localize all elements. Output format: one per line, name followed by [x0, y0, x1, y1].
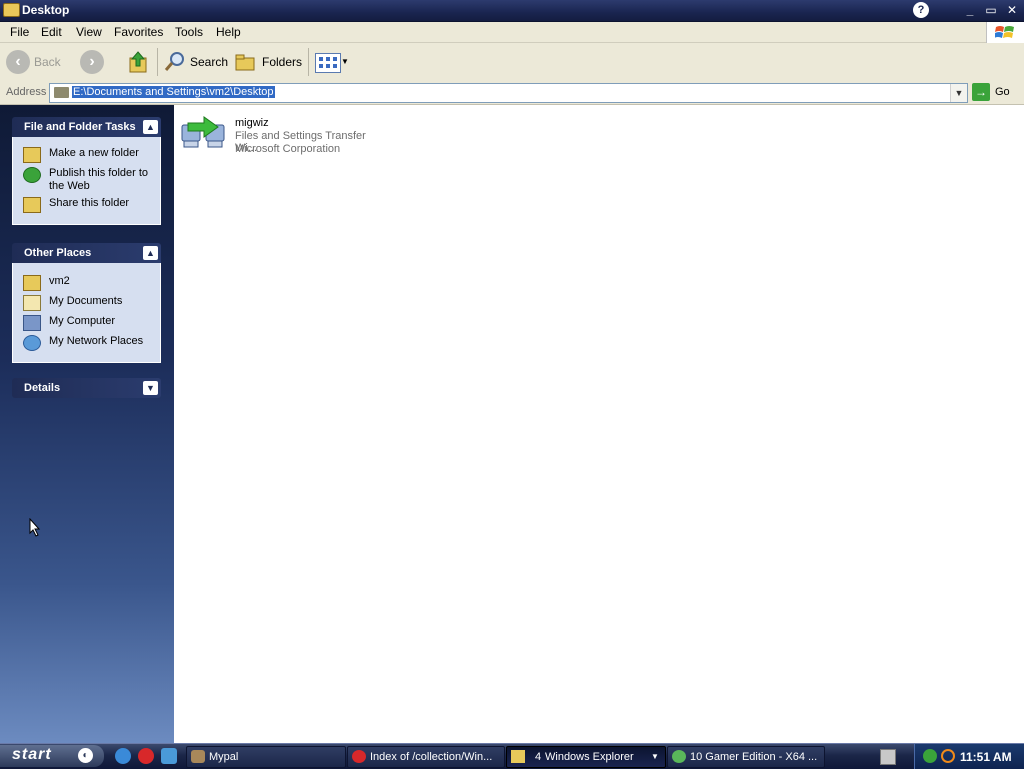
help-circle-icon[interactable]: ?	[913, 2, 929, 18]
app-icon	[672, 750, 686, 763]
taskbar: start ◐ Mypal Index of /collection/Win..…	[0, 743, 1024, 769]
task-label: 10 Gamer Edition - X64 ...	[690, 751, 818, 763]
back-button-label[interactable]: Back	[34, 55, 61, 69]
views-dropdown-icon[interactable]: ▼	[341, 57, 349, 66]
panel-header[interactable]: Other Places ▲	[12, 243, 161, 263]
taskbar-task-index[interactable]: Index of /collection/Win...	[347, 746, 505, 768]
folder-icon	[3, 3, 20, 17]
folder-icon	[23, 275, 41, 291]
opera-icon[interactable]	[138, 748, 154, 764]
address-bar: Address E:\Documents and Settings\vm2\De…	[0, 81, 1024, 105]
up-folder-icon[interactable]	[128, 50, 150, 74]
task-label: Mypal	[209, 751, 239, 763]
taskbar-task-mypal[interactable]: Mypal	[186, 746, 346, 768]
toolbar: ‹ Back › Search Folders ▼	[0, 43, 1024, 82]
menu-bar: File Edit View Favorites Tools Help	[0, 22, 1024, 43]
back-arrow-icon[interactable]: ‹	[6, 50, 30, 74]
go-arrow-icon[interactable]: →	[972, 83, 990, 101]
keyboard-icon[interactable]	[880, 749, 896, 765]
collapse-chevron-icon[interactable]: ▲	[143, 120, 158, 134]
panel-title: Other Places	[24, 247, 92, 259]
group-dropdown-icon: ▼	[651, 752, 659, 761]
taskbar-task-windows-explorer[interactable]: 4 Windows Explorer ▼	[506, 746, 666, 768]
panel-title: File and Folder Tasks	[24, 121, 136, 133]
task-count: 4	[535, 751, 542, 763]
windows-logo	[986, 22, 1024, 43]
views-icon[interactable]	[315, 53, 341, 73]
place-label: My Network Places	[49, 335, 144, 347]
network-tray-icon[interactable]	[923, 749, 937, 763]
task-label: Share this folder	[49, 197, 130, 209]
search-icon[interactable]	[163, 51, 187, 73]
task-label: Publish this folder to the Web	[49, 167, 149, 192]
go-button-label[interactable]: Go	[995, 86, 1010, 98]
my-documents-icon	[23, 295, 41, 311]
address-value[interactable]: E:\Documents and Settings\vm2\Desktop	[72, 86, 275, 98]
minimize-button[interactable]: _	[962, 3, 978, 17]
my-computer-icon	[23, 315, 41, 331]
collapse-chevron-icon[interactable]: ▲	[143, 246, 158, 260]
panel-header[interactable]: File and Folder Tasks ▲	[12, 117, 161, 137]
folders-icon[interactable]	[235, 52, 257, 72]
task-label: Make a new folder	[49, 147, 139, 159]
file-list-area[interactable]: migwiz Files and Settings Transfer Wi...…	[174, 105, 1024, 743]
start-label: start	[12, 746, 52, 763]
clock[interactable]: 11:51 AM	[960, 750, 1012, 764]
place-label: My Computer	[49, 315, 116, 327]
panel-body: vm2 My Documents My Computer My Network …	[12, 263, 161, 363]
task-label: Index of /collection/Win...	[370, 751, 493, 763]
close-button[interactable]: ✕	[1004, 3, 1020, 17]
file-folder-tasks-panel: File and Folder Tasks ▲ Make a new folde…	[12, 117, 161, 225]
network-places-icon	[23, 335, 41, 351]
menu-file[interactable]: File	[10, 25, 29, 39]
mypal-icon	[191, 750, 205, 763]
panel-body: Make a new folder Publish this folder to…	[12, 137, 161, 225]
task-label: Windows Explorer	[545, 751, 634, 763]
search-button-label[interactable]: Search	[190, 55, 228, 69]
file-company: Microsoft Corporation	[235, 143, 341, 155]
place-label: vm2	[49, 275, 70, 287]
folders-button-label[interactable]: Folders	[262, 55, 302, 69]
share-folder-icon	[23, 197, 41, 213]
other-places-panel: Other Places ▲ vm2 My Documents My Compu…	[12, 243, 161, 363]
windows-flag-icon	[995, 26, 1014, 38]
address-dropdown-icon[interactable]: ▼	[950, 84, 967, 102]
opera-icon	[352, 750, 366, 763]
task-pane: File and Folder Tasks ▲ Make a new folde…	[0, 105, 174, 743]
menu-favorites[interactable]: Favorites	[114, 25, 163, 39]
menu-tools[interactable]: Tools	[175, 25, 203, 39]
details-panel: Details ▼	[12, 378, 161, 400]
expand-chevron-icon[interactable]: ▼	[143, 381, 158, 395]
place-label: My Documents	[49, 295, 123, 307]
new-folder-icon	[23, 147, 41, 163]
menu-edit[interactable]: Edit	[41, 25, 62, 39]
search-tray-icon[interactable]	[941, 749, 955, 763]
forward-arrow-icon[interactable]: ›	[80, 50, 104, 74]
start-button[interactable]: start ◐	[0, 745, 104, 767]
panel-title: Details	[24, 382, 61, 394]
quick-launch-icon[interactable]	[161, 748, 177, 764]
start-orb-icon: ◐	[78, 748, 93, 763]
mouse-cursor-icon	[29, 518, 41, 537]
taskbar-task-gamer-edition[interactable]: 10 Gamer Edition - X64 ...	[667, 746, 825, 768]
address-input[interactable]: E:\Documents and Settings\vm2\Desktop ▼	[49, 83, 968, 103]
publish-web-icon	[23, 167, 41, 183]
menu-help[interactable]: Help	[216, 25, 241, 39]
folder-icon	[54, 87, 69, 98]
file-item-migwiz[interactable]: migwiz Files and Settings Transfer Wi...…	[178, 109, 388, 155]
toolbar-separator	[308, 48, 309, 76]
folder-icon	[511, 750, 525, 763]
restore-button[interactable]: ▭	[983, 3, 999, 17]
window-title: Desktop	[22, 3, 70, 17]
address-label: Address	[6, 86, 47, 98]
title-bar[interactable]: Desktop ? _ ▭ ✕	[0, 0, 1024, 22]
transfer-wizard-icon	[181, 116, 225, 148]
panel-header[interactable]: Details ▼	[12, 378, 161, 398]
task-publish-folder[interactable]: Publish this folder to the Web	[23, 167, 153, 195]
ie-icon[interactable]	[115, 748, 131, 764]
toolbar-separator	[157, 48, 158, 76]
file-name: migwiz	[235, 117, 269, 129]
menu-view[interactable]: View	[76, 25, 102, 39]
